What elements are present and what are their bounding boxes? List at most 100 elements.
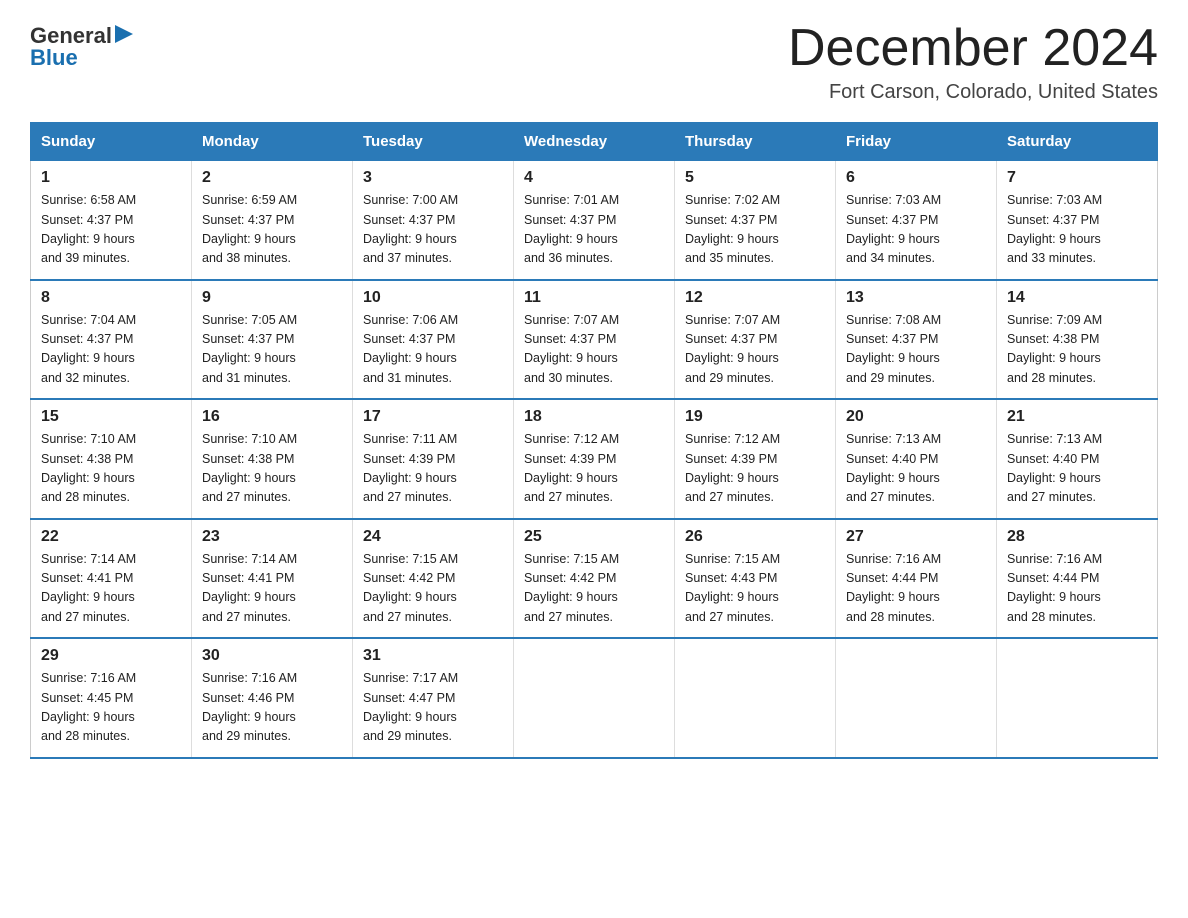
day-cell: 24 Sunrise: 7:15 AMSunset: 4:42 PMDayligh…: [353, 519, 514, 639]
week-row-5: 29Sunrise: 7:16 AMSunset: 4:45 PMDayligh…: [31, 638, 1158, 758]
day-cell: 28Sunrise: 7:16 AMSunset: 4:44 PMDayligh…: [997, 519, 1158, 639]
day-cell: 30Sunrise: 7:16 AMSunset: 4:46 PMDayligh…: [192, 638, 353, 758]
day-cell: 20 Sunrise: 7:13 AMSunset: 4:40 PMDayligh…: [836, 399, 997, 519]
day-info: Sunrise: 7:04 AMSunset: 4:37 PMDaylight:…: [41, 311, 181, 389]
day-number: 17: [363, 408, 503, 426]
day-number: 8: [41, 289, 181, 307]
week-row-4: 22 Sunrise: 7:14 AMSunset: 4:41 PMDayligh…: [31, 519, 1158, 639]
day-cell: 9Sunrise: 7:05 AMSunset: 4:37 PMDaylight…: [192, 280, 353, 400]
calendar-table: SundayMondayTuesdayWednesdayThursdayFrid…: [30, 122, 1158, 759]
day-number: 19: [685, 408, 825, 426]
day-cell: [997, 638, 1158, 758]
day-info: Sunrise: 7:12 AMSunset: 4:39 PMDaylight:…: [524, 430, 664, 508]
day-info: Sunrise: 7:06 AMSunset: 4:37 PMDaylight:…: [363, 311, 503, 389]
day-number: 5: [685, 169, 825, 187]
header-cell-saturday: Saturday: [997, 123, 1158, 161]
day-number: 24: [363, 528, 503, 546]
day-info: Sunrise: 7:08 AMSunset: 4:37 PMDaylight:…: [846, 311, 986, 389]
day-info: Sunrise: 6:59 AMSunset: 4:37 PMDaylight:…: [202, 191, 342, 269]
month-title: December 2024: [788, 20, 1158, 77]
day-number: 18: [524, 408, 664, 426]
day-number: 3: [363, 169, 503, 187]
day-number: 21: [1007, 408, 1147, 426]
week-row-2: 8 Sunrise: 7:04 AMSunset: 4:37 PMDaylight…: [31, 280, 1158, 400]
day-number: 7: [1007, 169, 1147, 187]
day-info: Sunrise: 7:10 AMSunset: 4:38 PMDaylight:…: [202, 430, 342, 508]
day-info: Sunrise: 7:17 AMSunset: 4:47 PMDaylight:…: [363, 669, 503, 747]
day-info: Sunrise: 7:01 AMSunset: 4:37 PMDaylight:…: [524, 191, 664, 269]
day-info: Sunrise: 7:14 AMSunset: 4:41 PMDaylight:…: [41, 550, 181, 628]
day-info: Sunrise: 7:15 AMSunset: 4:42 PMDaylight:…: [363, 550, 503, 628]
day-cell: 21Sunrise: 7:13 AMSunset: 4:40 PMDayligh…: [997, 399, 1158, 519]
day-number: 2: [202, 169, 342, 187]
day-info: Sunrise: 7:05 AMSunset: 4:37 PMDaylight:…: [202, 311, 342, 389]
day-info: Sunrise: 7:12 AMSunset: 4:39 PMDaylight:…: [685, 430, 825, 508]
day-number: 31: [363, 647, 503, 665]
header-cell-monday: Monday: [192, 123, 353, 161]
day-cell: 16Sunrise: 7:10 AMSunset: 4:38 PMDayligh…: [192, 399, 353, 519]
day-cell: 1 Sunrise: 6:58 AMSunset: 4:37 PMDaylight…: [31, 161, 192, 280]
day-cell: 14 Sunrise: 7:09 AMSunset: 4:38 PMDayligh…: [997, 280, 1158, 400]
day-cell: 2 Sunrise: 6:59 AMSunset: 4:37 PMDaylight…: [192, 161, 353, 280]
day-number: 12: [685, 289, 825, 307]
day-cell: [675, 638, 836, 758]
week-row-3: 15 Sunrise: 7:10 AMSunset: 4:38 PMDayligh…: [31, 399, 1158, 519]
day-number: 11: [524, 289, 664, 307]
day-info: Sunrise: 7:13 AMSunset: 4:40 PMDaylight:…: [846, 430, 986, 508]
day-number: 6: [846, 169, 986, 187]
day-cell: 29Sunrise: 7:16 AMSunset: 4:45 PMDayligh…: [31, 638, 192, 758]
day-info: Sunrise: 7:09 AMSunset: 4:38 PMDaylight:…: [1007, 311, 1147, 389]
day-cell: 27 Sunrise: 7:16 AMSunset: 4:44 PMDayligh…: [836, 519, 997, 639]
day-number: 26: [685, 528, 825, 546]
logo-text-blue: Blue: [30, 46, 78, 70]
day-cell: 10 Sunrise: 7:06 AMSunset: 4:37 PMDayligh…: [353, 280, 514, 400]
day-info: Sunrise: 7:00 AMSunset: 4:37 PMDaylight:…: [363, 191, 503, 269]
day-number: 30: [202, 647, 342, 665]
day-info: Sunrise: 7:10 AMSunset: 4:38 PMDaylight:…: [41, 430, 181, 508]
header-row: SundayMondayTuesdayWednesdayThursdayFrid…: [31, 123, 1158, 161]
logo-arrow-icon: [115, 25, 137, 43]
day-cell: 26Sunrise: 7:15 AMSunset: 4:43 PMDayligh…: [675, 519, 836, 639]
day-info: Sunrise: 7:11 AMSunset: 4:39 PMDaylight:…: [363, 430, 503, 508]
day-number: 27: [846, 528, 986, 546]
day-cell: 18 Sunrise: 7:12 AMSunset: 4:39 PMDayligh…: [514, 399, 675, 519]
day-number: 4: [524, 169, 664, 187]
day-cell: 12 Sunrise: 7:07 AMSunset: 4:37 PMDayligh…: [675, 280, 836, 400]
day-number: 28: [1007, 528, 1147, 546]
day-number: 13: [846, 289, 986, 307]
header-cell-thursday: Thursday: [675, 123, 836, 161]
day-number: 15: [41, 408, 181, 426]
day-number: 22: [41, 528, 181, 546]
day-info: Sunrise: 6:58 AMSunset: 4:37 PMDaylight:…: [41, 191, 181, 269]
day-cell: 25 Sunrise: 7:15 AMSunset: 4:42 PMDayligh…: [514, 519, 675, 639]
day-number: 14: [1007, 289, 1147, 307]
calendar-header: SundayMondayTuesdayWednesdayThursdayFrid…: [31, 123, 1158, 161]
day-cell: 6 Sunrise: 7:03 AMSunset: 4:37 PMDaylight…: [836, 161, 997, 280]
day-info: Sunrise: 7:16 AMSunset: 4:45 PMDaylight:…: [41, 669, 181, 747]
day-cell: 11 Sunrise: 7:07 AMSunset: 4:37 PMDayligh…: [514, 280, 675, 400]
day-cell: 13 Sunrise: 7:08 AMSunset: 4:37 PMDayligh…: [836, 280, 997, 400]
day-info: Sunrise: 7:14 AMSunset: 4:41 PMDaylight:…: [202, 550, 342, 628]
day-cell: 7Sunrise: 7:03 AMSunset: 4:37 PMDaylight…: [997, 161, 1158, 280]
location-text: Fort Carson, Colorado, United States: [788, 81, 1158, 104]
day-info: Sunrise: 7:07 AMSunset: 4:37 PMDaylight:…: [524, 311, 664, 389]
day-cell: [836, 638, 997, 758]
week-row-1: 1 Sunrise: 6:58 AMSunset: 4:37 PMDaylight…: [31, 161, 1158, 280]
day-info: Sunrise: 7:15 AMSunset: 4:42 PMDaylight:…: [524, 550, 664, 628]
day-cell: 5 Sunrise: 7:02 AMSunset: 4:37 PMDaylight…: [675, 161, 836, 280]
day-info: Sunrise: 7:03 AMSunset: 4:37 PMDaylight:…: [846, 191, 986, 269]
day-number: 25: [524, 528, 664, 546]
day-number: 10: [363, 289, 503, 307]
day-info: Sunrise: 7:16 AMSunset: 4:44 PMDaylight:…: [846, 550, 986, 628]
day-info: Sunrise: 7:07 AMSunset: 4:37 PMDaylight:…: [685, 311, 825, 389]
header-cell-friday: Friday: [836, 123, 997, 161]
header-cell-wednesday: Wednesday: [514, 123, 675, 161]
day-cell: 4 Sunrise: 7:01 AMSunset: 4:37 PMDaylight…: [514, 161, 675, 280]
day-info: Sunrise: 7:02 AMSunset: 4:37 PMDaylight:…: [685, 191, 825, 269]
day-cell: 22 Sunrise: 7:14 AMSunset: 4:41 PMDayligh…: [31, 519, 192, 639]
day-cell: 23Sunrise: 7:14 AMSunset: 4:41 PMDayligh…: [192, 519, 353, 639]
day-number: 1: [41, 169, 181, 187]
header-cell-tuesday: Tuesday: [353, 123, 514, 161]
day-cell: 3 Sunrise: 7:00 AMSunset: 4:37 PMDaylight…: [353, 161, 514, 280]
day-number: 20: [846, 408, 986, 426]
